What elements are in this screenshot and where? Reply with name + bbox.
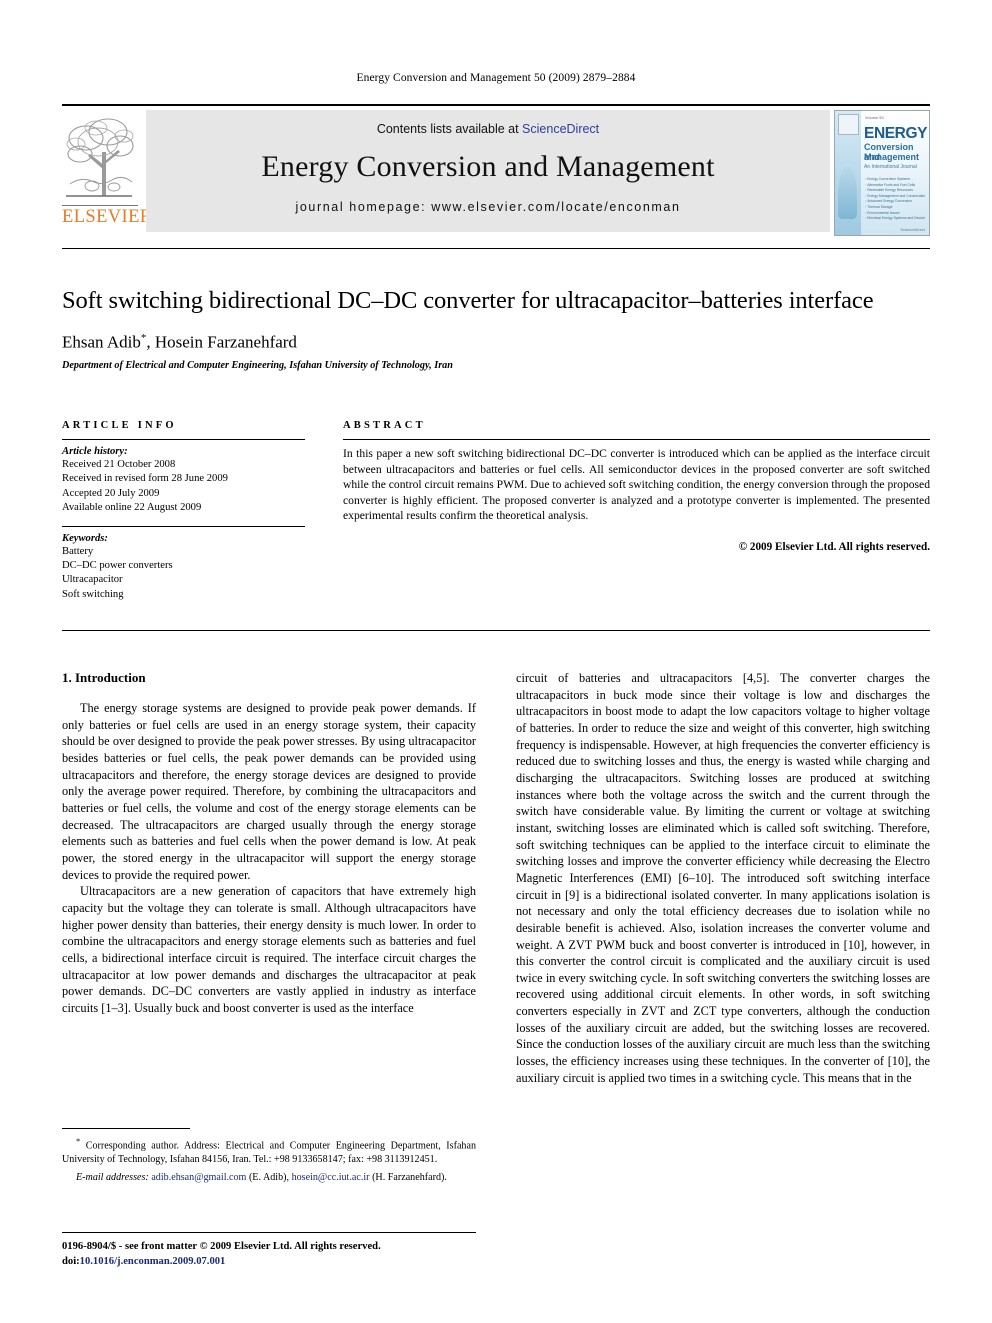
journal-title: Energy Conversion and Management xyxy=(261,150,715,183)
running-head: Energy Conversion and Management 50 (200… xyxy=(356,72,636,84)
elsevier-logo-block: ELSEVIER xyxy=(62,110,153,227)
article-info-column: ARTICLE INFO Article history: Received 2… xyxy=(62,420,305,602)
cover-volume-text: Volume 50 xyxy=(865,116,884,120)
journal-cover-image: Volume 50 ENERGY Conversion and Manageme… xyxy=(834,110,930,236)
email-link-primary[interactable]: adib.ehsan@gmail.com xyxy=(151,1172,246,1183)
divider-rule xyxy=(62,439,305,440)
corresponding-author-note: * Corresponding author. Address: Electri… xyxy=(62,1136,476,1168)
cooling-tower-icon xyxy=(838,167,857,219)
article-history-label: Article history: xyxy=(62,446,128,457)
sciencedirect-link[interactable]: ScienceDirect xyxy=(522,122,599,136)
elsevier-wordmark: ELSEVIER xyxy=(62,205,153,227)
email-note: E-mail addresses: adib.ehsan@gmail.com (… xyxy=(76,1171,447,1183)
body-column-right: circuit of batteries and ultracapacitors… xyxy=(516,670,930,1230)
divider-rule xyxy=(343,439,930,440)
contents-prefix-text: Contents lists available at xyxy=(376,122,523,136)
copyright-notice: © 2009 Elsevier Ltd. All rights reserved… xyxy=(738,540,930,553)
abstract-text: In this paper a new soft switching bidir… xyxy=(343,447,930,523)
article-info-heading: ARTICLE INFO xyxy=(62,420,177,431)
journal-cover-block: Volume 50 ENERGY Conversion and Manageme… xyxy=(834,110,930,236)
footnote-rule xyxy=(62,1128,190,1129)
title-block: Soft switching bidirectional DC–DC conve… xyxy=(62,248,930,371)
doi-line: doi:10.1016/j.enconman.2009.07.001 xyxy=(62,1254,622,1269)
section-heading-introduction: 1. Introduction xyxy=(62,670,146,685)
author-list: Ehsan Adib*, Hosein Farzanehfard xyxy=(62,332,930,353)
body-paragraph: circuit of batteries and ultracapacitors… xyxy=(516,671,930,1085)
page-title: Soft switching bidirectional DC–DC conve… xyxy=(62,287,874,314)
corresponding-marker-icon: * xyxy=(76,1137,81,1146)
email-link-secondary[interactable]: hosein@cc.iut.ac.ir xyxy=(292,1172,370,1183)
abstract-column: ABSTRACT In this paper a new soft switch… xyxy=(343,420,930,602)
article-history-item: Available online 22 August 2009 xyxy=(62,502,202,514)
body-paragraph: The energy storage systems are designed … xyxy=(62,701,476,882)
doi-link[interactable]: 10.1016/j.enconman.2009.07.001 xyxy=(80,1256,226,1267)
cover-imprint-text: ScienceDirect xyxy=(900,227,925,232)
page-footer: 0196-8904/$ - see front matter © 2009 El… xyxy=(62,1232,622,1270)
footnote-block: * Corresponding author. Address: Electri… xyxy=(62,1128,476,1185)
keyword-item: Ultracapacitor xyxy=(62,574,123,586)
cover-toc-list: Energy Conversion Systems Alternative Fu… xyxy=(865,177,925,222)
journal-masthead: ELSEVIER Contents lists available at Sci… xyxy=(62,104,930,236)
cover-subtitle-3: An International Journal xyxy=(864,164,917,170)
journal-banner: Contents lists available at ScienceDirec… xyxy=(146,110,830,232)
keyword-item: DC–DC power converters xyxy=(62,560,173,572)
article-history-item: Received 21 October 2008 xyxy=(62,459,176,470)
footer-rule xyxy=(62,1232,476,1233)
cover-toc-item: Electrical Energy Systems and Devices xyxy=(865,216,925,222)
article-history-item: Received in revised form 28 June 2009 xyxy=(62,473,228,485)
corresponding-author-text: Corresponding author. Address: Electrica… xyxy=(62,1140,476,1166)
divider-rule xyxy=(62,525,305,527)
cover-badge-icon xyxy=(838,114,859,135)
keyword-item: Battery xyxy=(62,545,94,557)
elsevier-tree-icon xyxy=(66,118,134,197)
journal-homepage-link[interactable]: journal homepage: www.elsevier.com/locat… xyxy=(146,200,830,214)
cover-subtitle-2: Management xyxy=(864,152,920,162)
email-owner-secondary: (H. Farzanehfard). xyxy=(372,1171,447,1183)
article-history-item: Accepted 20 July 2009 xyxy=(62,487,160,499)
email-addresses-label: E-mail addresses: xyxy=(76,1171,149,1183)
paper-page: Energy Conversion and Management 50 (200… xyxy=(0,0,992,1323)
email-owner-primary: (E. Adib) xyxy=(248,1171,287,1183)
author-primary: Ehsan Adib xyxy=(62,332,141,352)
info-abstract-row: ARTICLE INFO Article history: Received 2… xyxy=(62,420,930,602)
section-divider xyxy=(62,630,930,631)
cover-title-energy: ENERGY xyxy=(864,125,928,142)
issn-front-matter: 0196-8904/$ - see front matter © 2009 El… xyxy=(62,1241,381,1252)
affiliation: Department of Electrical and Computer En… xyxy=(62,359,453,371)
keywords-label: Keywords: xyxy=(62,532,108,544)
keyword-item: Soft switching xyxy=(62,588,124,600)
abstract-heading: ABSTRACT xyxy=(343,420,426,431)
doi-label: doi: xyxy=(62,1256,80,1268)
contents-available-line: Contents lists available at ScienceDirec… xyxy=(146,110,830,136)
author-secondary: , Hosein Farzanehfard xyxy=(146,332,297,352)
body-paragraph: Ultracapacitors are a new generation of … xyxy=(62,884,476,1015)
